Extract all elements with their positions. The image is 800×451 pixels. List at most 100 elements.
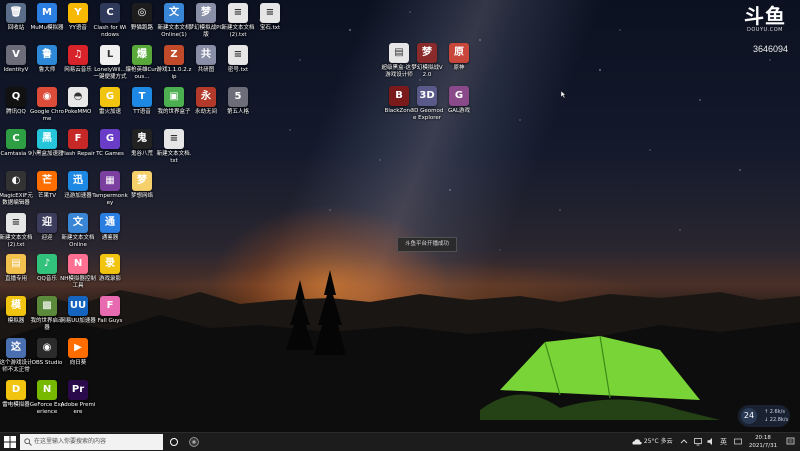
cortana-icon[interactable]	[168, 436, 180, 448]
desktop-icon-label: 游戏录影	[98, 276, 121, 282]
desktop-icon[interactable]: ◎ 野猫跑路	[124, 3, 160, 32]
desktop-icon[interactable]: ≡ 宝石.txt	[252, 3, 288, 32]
desktop-icon-label: 梦幻模拟战PC版	[188, 25, 224, 38]
task-view-icon[interactable]	[188, 436, 200, 448]
app-icon: 梦	[417, 43, 437, 63]
desktop-icon[interactable]: ▶ 向日葵	[60, 338, 96, 367]
desktop-icon-label: 共研图	[197, 67, 215, 73]
weather-tray[interactable]: 25°C 多云	[632, 436, 673, 448]
cpu-temperature: 24	[741, 408, 757, 424]
desktop-icon[interactable]: L LonelyWil...一键便捷方式	[92, 45, 128, 80]
desktop-icon[interactable]: ▦ Tampermonkey	[92, 171, 128, 206]
desktop[interactable]: 🗑 回收站 M MuMu模拟器 Y YY语音 C Clash for Windows ◎ 野猫跑路…	[0, 0, 800, 432]
desktop-icon[interactable]: 共共研图	[188, 45, 224, 74]
desktop-icon[interactable]: Z 游戏1.1.0.2.zip	[156, 45, 192, 80]
desktop-icon[interactable]: F Flash Repair	[60, 129, 96, 158]
desktop-icon[interactable]: ▣ 我的世界盒子	[156, 87, 192, 116]
desktop-icon[interactable]: T TT语音	[124, 87, 160, 116]
desktop-icon-label: 第五人格	[226, 109, 249, 115]
app-icon: N	[37, 380, 57, 400]
desktop-icon[interactable]: 通通鉴器	[92, 213, 128, 242]
app-icon: 黑	[37, 129, 57, 149]
app-icon: 3D	[417, 86, 437, 106]
desktop-icon-label: GAL游戏	[447, 108, 471, 114]
chevron-up-icon[interactable]	[680, 437, 688, 446]
desktop-icon[interactable]: ≡ 新建文本文档.txt	[156, 129, 192, 164]
desktop-icon[interactable]: G 雷火加速	[92, 87, 128, 116]
app-icon: N	[68, 254, 88, 274]
desktop-icon[interactable]: ◓ PokeMMO	[60, 87, 96, 116]
desktop-icon[interactable]: ♫ 网易云音乐	[60, 45, 96, 74]
app-icon: 芒	[37, 171, 57, 191]
desktop-icon-label: 雷火加速	[98, 109, 121, 115]
desktop-icon[interactable]: 文新建文本文档Online(1)	[156, 3, 192, 38]
desktop-icon[interactable]: 梦梦幻模拟战PC版	[188, 3, 224, 38]
input-method-icon[interactable]: 英	[720, 437, 728, 446]
app-icon: ≡	[228, 45, 248, 65]
app-icon: D	[6, 380, 26, 400]
app-icon: 鬼	[132, 129, 152, 149]
desktop-icon[interactable]: 原原神	[441, 43, 477, 72]
action-center-icon[interactable]	[786, 437, 795, 446]
douyu-brand-mark: 斗鱼	[744, 4, 786, 28]
desktop-icon-label: LonelyWil...一键便捷方式	[93, 67, 127, 80]
desktop-icon[interactable]: F Fall Guys	[92, 296, 128, 325]
app-icon: ▦	[100, 171, 120, 191]
desktop-icon-label: TC Games	[96, 151, 124, 157]
weather-text: 25°C 多云	[643, 438, 673, 445]
desktop-icon[interactable]: 录游戏录影	[92, 254, 128, 283]
desktop-icon[interactable]: ≡ 新建文本文档(2).txt	[220, 3, 256, 38]
douyu-domain: DOUYU.COM	[747, 27, 783, 33]
desktop-icon-label: 新建文本文档Online(1)	[157, 25, 191, 38]
desktop-icon[interactable]: 梦梦幻模拟战V2.0	[409, 43, 445, 78]
app-icon: G	[449, 86, 469, 106]
desktop-icon[interactable]: 梦梦想网络	[124, 171, 160, 200]
network-speed-widget[interactable]: 24 ↑ 2.6k/s ↓ 22.8k/s	[738, 405, 790, 427]
desktop-icon[interactable]: ≡ 密号.txt	[220, 45, 256, 74]
app-icon: B	[389, 86, 409, 106]
app-icon: 这	[6, 338, 26, 358]
app-icon: ▤	[6, 254, 26, 274]
app-icon: C	[6, 129, 26, 149]
network-icon[interactable]	[694, 437, 702, 446]
douyu-watermark-logo: 斗鱼 DOUYU.COM	[742, 5, 788, 33]
app-icon: 模	[6, 296, 26, 316]
desktop-icon[interactable]: 文新建文本文档Online	[60, 213, 96, 248]
desktop-icon[interactable]: UU 网易UU加速器	[60, 296, 96, 325]
app-icon: ≡	[260, 3, 280, 23]
desktop-icon[interactable]: C Clash for Windows	[92, 3, 128, 38]
desktop-icon-label: Flash Repair	[61, 151, 95, 157]
taskbar-search-input[interactable]: 在这里输入你要搜索的内容	[20, 434, 163, 450]
desktop-icon[interactable]: Pr Adobe Premiere	[60, 380, 96, 415]
desktop-icon[interactable]: 爆爆枪英雄Curious...	[124, 45, 160, 80]
app-icon: ♪	[37, 254, 57, 274]
search-icon	[24, 438, 32, 446]
desktop-icon[interactable]: Y YY语音	[60, 3, 96, 32]
app-icon: ≡	[164, 129, 184, 149]
desktop-icon[interactable]: 迅迅游加速器	[60, 171, 96, 200]
cloud-icon	[632, 439, 642, 445]
desktop-icon[interactable]: G GAL游戏	[441, 86, 477, 115]
app-icon: 🗑	[6, 3, 26, 23]
desktop-icon-label: 游戏1.1.0.2.zip	[156, 67, 192, 80]
taskbar-clock[interactable]: 20:18 2021/7/31	[748, 434, 778, 450]
app-icon: 文	[164, 3, 184, 23]
desktop-icon[interactable]: 3D 3D Geomode Explorer	[409, 86, 445, 121]
desktop-icon[interactable]: N NH模拟器控制工具	[60, 254, 96, 289]
desktop-icon-label: 网易云音乐	[64, 67, 92, 73]
desktop-icon[interactable]: 5 第五人格	[220, 87, 256, 116]
desktop-icon[interactable]: 鬼鬼谷八荒	[124, 129, 160, 158]
app-icon: C	[100, 3, 120, 23]
windows-start-icon[interactable]	[4, 436, 16, 448]
mountain-landscape	[0, 270, 800, 432]
desktop-icon-label: 鬼谷八荒	[130, 151, 153, 157]
desktop-icon-label: 3D Geomode Explorer	[410, 108, 444, 121]
desktop-icon[interactable]: G TC Games	[92, 129, 128, 158]
desktop-icon-label: 网易UU加速器	[60, 318, 96, 324]
volume-icon[interactable]	[707, 437, 715, 446]
upload-speed: ↑ 2.6k/s	[764, 409, 785, 415]
desktop-icon-label: 向日葵	[69, 360, 87, 366]
desktop-icon[interactable]: 永永劫无间	[188, 87, 224, 116]
app-icon: ▶	[68, 338, 88, 358]
keyboard-icon[interactable]	[734, 437, 742, 446]
